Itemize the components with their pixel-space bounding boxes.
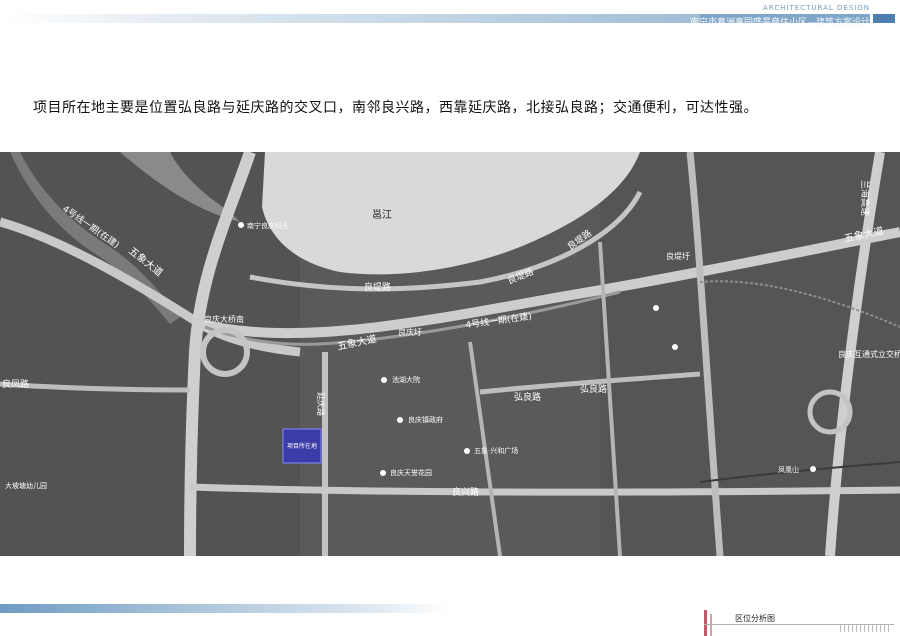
label-hongliang-left: 弘良路 [514, 391, 541, 403]
footer-gradient-bar [0, 604, 450, 613]
footer-mark-red [704, 610, 707, 636]
label-left-road: 良凤路 [2, 378, 29, 390]
label-fenghuang: 凤凰山 [778, 465, 799, 474]
label-kindergarten: 大坡塘幼儿园 [5, 481, 47, 490]
site-label: 项目所在地 [287, 442, 317, 450]
poi-marker-plaza [464, 448, 470, 454]
poi-marker-govt [397, 417, 403, 423]
header-gradient-bar [0, 14, 700, 23]
poi-marker-wharf [238, 222, 244, 228]
arch-design-label: ARCHITECTURAL DESIGN [763, 4, 870, 12]
label-liangqing-xu: 良庆圩 [398, 327, 422, 337]
poi-marker-yuanhe [381, 377, 387, 383]
footer-mark-pink [710, 614, 712, 636]
label-yuanhe: 池湖大院 [392, 375, 420, 384]
project-subtitle: —建筑方案设计 [806, 18, 870, 28]
label-wuxiang-plaza: 五象·兴和广场 [474, 446, 518, 455]
river-label: 邕江 [372, 208, 392, 221]
label-highway: 兰海高速 [859, 180, 871, 216]
label-yanqing: 延庆路 [316, 392, 326, 416]
map-terrain-west [0, 152, 300, 556]
label-interchange: 良庆互通式立交桥 [838, 349, 900, 359]
intro-text: 项目所在地主要是位置弘良路与延庆路的交叉口，南邻良兴路，西靠延庆路，北接弘良路；… [33, 100, 758, 116]
poi-marker-fenghuang [810, 466, 816, 472]
poi-marker-east1 [653, 305, 659, 311]
poi-marker-east2 [672, 344, 678, 350]
section-label: 区位分析图 [735, 614, 775, 623]
label-wharf: 南宁良庆码头 [247, 221, 289, 230]
label-govt: 良庆镇政府 [408, 415, 443, 424]
label-liangxing: 良兴路 [452, 486, 479, 498]
header-accent-block [873, 14, 895, 23]
location-map: 项目所在地 邕江 4号线一期(在建) 五象大道 五象大道 五象大道 4号线一期(… [0, 152, 900, 556]
label-tianyu: 良庆天誉花园 [390, 468, 432, 477]
poi-marker-tianyu [380, 470, 386, 476]
label-hongliang-right: 弘良路 [580, 383, 607, 395]
label-liangti-left: 良堤路 [364, 281, 391, 293]
footer-section-tag: 区位分析图 [704, 610, 900, 636]
map-svg: 项目所在地 邕江 4号线一期(在建) 五象大道 五象大道 五象大道 4号线一期(… [0, 152, 900, 556]
footer-hatch [840, 624, 890, 632]
project-title: 南宁市意洲嘉园盛景商住小区—建筑方案设计 [690, 15, 870, 28]
label-liangqing-bridge: 良庆大桥南 [204, 314, 244, 324]
label-liangtixu: 良堤圩 [666, 251, 690, 261]
project-title-text: 南宁市意洲嘉园盛景商住小区 [689, 18, 807, 28]
